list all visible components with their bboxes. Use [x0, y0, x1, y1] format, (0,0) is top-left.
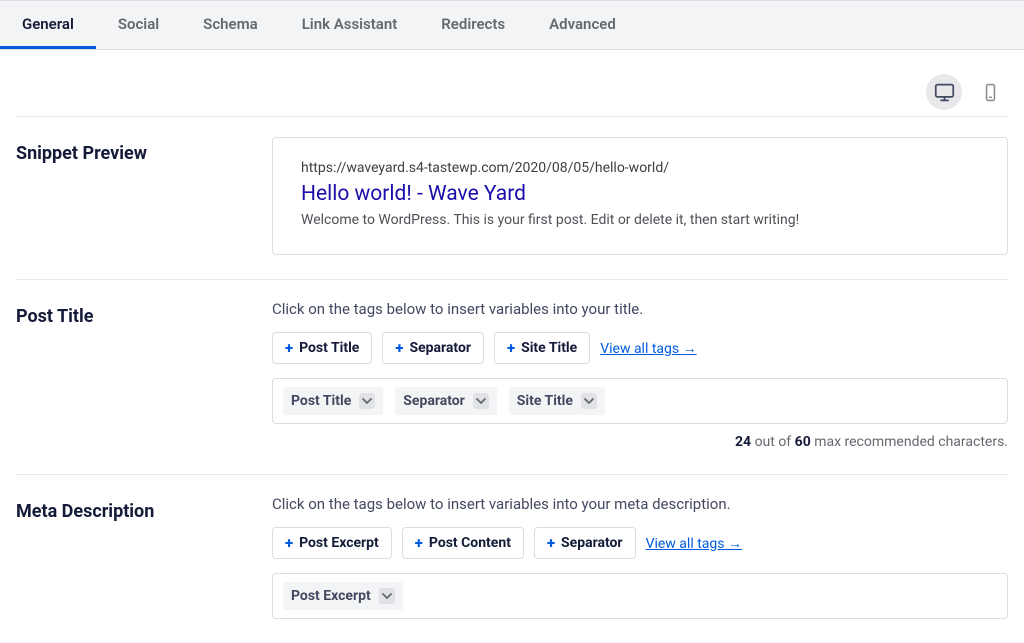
char-counter: 24 out of 60 max recommended characters.: [272, 434, 1008, 450]
char-counter-max: 60: [795, 434, 811, 450]
tab-advanced[interactable]: Advanced: [527, 1, 638, 49]
preview-device-switcher: [16, 74, 1008, 116]
section-meta-description: Meta Description Click on the tags below…: [16, 474, 1008, 643]
plus-icon: +: [395, 339, 403, 357]
meta-description-tag-row: + Post Excerpt + Post Content + Separator V…: [272, 527, 1008, 559]
chip-label: Site Title: [517, 393, 573, 409]
section-label-meta-description: Meta Description: [16, 495, 272, 619]
char-counter-current: 24: [735, 434, 751, 450]
tag-button-label: Separator: [409, 340, 471, 357]
plus-icon: +: [285, 339, 293, 357]
snippet-description: Welcome to WordPress. This is your first…: [301, 210, 979, 230]
chip-post-excerpt[interactable]: Post Excerpt: [283, 582, 403, 610]
chip-separator[interactable]: Separator: [395, 387, 497, 415]
desktop-icon: [934, 82, 955, 103]
post-title-tag-row: + Post Title + Separator + Site Title View …: [272, 332, 1008, 364]
chevron-down-icon[interactable]: [581, 393, 597, 409]
chevron-down-icon[interactable]: [379, 588, 395, 604]
tab-link-assistant[interactable]: Link Assistant: [280, 1, 420, 49]
mobile-preview-button[interactable]: [972, 74, 1008, 110]
tab-social[interactable]: Social: [96, 1, 181, 49]
post-title-input[interactable]: Post Title Separator Site Title: [272, 378, 1008, 424]
snippet-url: https://waveyard.s4-tastewp.com/2020/08/…: [301, 160, 979, 176]
snippet-preview-card: https://waveyard.s4-tastewp.com/2020/08/…: [272, 137, 1008, 255]
post-title-hint: Click on the tags below to insert variab…: [272, 300, 1008, 318]
tab-schema[interactable]: Schema: [181, 1, 280, 49]
section-label-snippet: Snippet Preview: [16, 137, 272, 255]
tag-button-separator[interactable]: + Separator: [382, 332, 484, 364]
tag-button-label: Post Excerpt: [299, 535, 379, 552]
tabs: General Social Schema Link Assistant Red…: [0, 0, 1024, 50]
tag-button-site-title[interactable]: + Site Title: [494, 332, 590, 364]
tag-button-post-excerpt[interactable]: + Post Excerpt: [272, 527, 392, 559]
chevron-down-icon[interactable]: [359, 393, 375, 409]
plus-icon: +: [547, 534, 555, 552]
tag-button-post-title[interactable]: + Post Title: [272, 332, 372, 364]
desktop-preview-button[interactable]: [926, 74, 962, 110]
chip-site-title[interactable]: Site Title: [509, 387, 605, 415]
tab-redirects[interactable]: Redirects: [419, 1, 527, 49]
tag-button-label: Post Content: [429, 535, 511, 552]
section-label-post-title: Post Title: [16, 300, 272, 450]
chevron-down-icon[interactable]: [473, 393, 489, 409]
meta-description-hint: Click on the tags below to insert variab…: [272, 495, 1008, 513]
chip-label: Post Title: [291, 393, 351, 409]
meta-description-input[interactable]: Post Excerpt: [272, 573, 1008, 619]
tag-button-label: Separator: [561, 535, 623, 552]
mobile-icon: [981, 82, 1000, 103]
plus-icon: +: [285, 534, 293, 552]
chip-label: Separator: [403, 393, 465, 409]
tag-button-separator-2[interactable]: + Separator: [534, 527, 636, 559]
chip-label: Post Excerpt: [291, 588, 371, 604]
tag-button-post-content[interactable]: + Post Content: [402, 527, 524, 559]
tag-button-label: Site Title: [521, 340, 577, 357]
tab-general[interactable]: General: [0, 1, 96, 49]
view-all-tags-link-2[interactable]: View all tags →: [646, 535, 742, 552]
snippet-title: Hello world! - Wave Yard: [301, 182, 979, 206]
plus-icon: +: [415, 534, 423, 552]
section-snippet-preview: Snippet Preview https://waveyard.s4-tast…: [16, 116, 1008, 279]
char-counter-suffix: max recommended characters.: [811, 434, 1008, 450]
view-all-tags-link[interactable]: View all tags →: [600, 340, 696, 357]
plus-icon: +: [507, 339, 515, 357]
section-post-title: Post Title Click on the tags below to in…: [16, 279, 1008, 474]
char-counter-mid: out of: [751, 434, 795, 450]
tag-button-label: Post Title: [299, 340, 359, 357]
chip-post-title[interactable]: Post Title: [283, 387, 383, 415]
